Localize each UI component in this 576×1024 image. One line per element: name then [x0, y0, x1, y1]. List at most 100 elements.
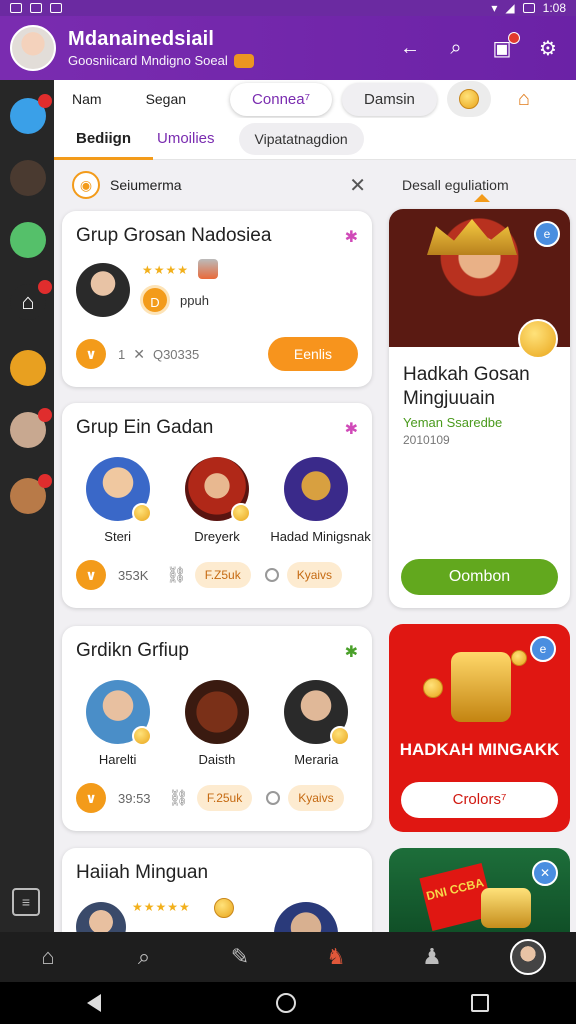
caret-up-icon — [474, 194, 490, 202]
info-icon[interactable]: e — [534, 221, 560, 247]
profile-icon[interactable]: ♟ — [414, 939, 450, 975]
filter-label: Seiumerma — [110, 177, 182, 193]
pin-icon[interactable]: ✱ — [345, 642, 358, 662]
avatar — [85, 457, 152, 523]
home-icon[interactable]: ⌂ — [30, 939, 66, 975]
back-arrow-icon[interactable]: ← — [398, 36, 422, 60]
rail-badge — [38, 94, 52, 108]
filter-icon[interactable]: ◉ — [72, 171, 100, 199]
rail-item-building-icon[interactable]: ⌂ — [10, 280, 52, 320]
close-icon[interactable]: ✕ — [349, 173, 366, 198]
wifi-icon: ▾ — [491, 1, 498, 15]
member-name: Hadad Minigsnak — [270, 529, 371, 544]
notification-dot — [508, 32, 520, 44]
card-footer: ∨ 1 ✕ Q30335 Eenlis — [76, 337, 358, 371]
chevron-down-icon[interactable]: ∨ — [76, 339, 106, 369]
avatar[interactable] — [76, 263, 130, 317]
featured-title: HADKAH MINGAKK — [399, 740, 560, 759]
coin-icon — [330, 726, 351, 746]
info-icon[interactable]: e — [530, 636, 556, 662]
tab-nam[interactable]: Nam — [72, 91, 102, 107]
back-icon[interactable] — [87, 994, 102, 1012]
link-icon[interactable]: ⛓ — [169, 788, 189, 808]
card-title: Haiiah Minguan — [76, 862, 209, 883]
rail-item-mb[interactable] — [10, 94, 52, 134]
featured-date: 2010109 — [403, 433, 450, 447]
detail-header[interactable]: Desall eguliatiom — [388, 168, 576, 202]
signal-icon: ◢ — [505, 1, 515, 15]
card-title: Grup Grosan Nadosiea — [76, 225, 272, 246]
card-footer: ∨ 353K ⛓ F.Z5uk Kyaivs — [76, 558, 358, 592]
featured-title: Hadkah Gosan Mingjuuain — [403, 364, 530, 409]
tag-chip[interactable]: F.25uk — [196, 785, 253, 811]
coin-icon — [518, 319, 558, 359]
member-count: Q30335 — [152, 346, 200, 362]
document-icon[interactable]: ≡ — [12, 888, 40, 916]
radio-icon[interactable] — [266, 791, 281, 805]
colors-button[interactable]: Crolors⁷ — [401, 782, 558, 818]
rail-item-avatar-4[interactable] — [10, 408, 52, 448]
rail-item-avatar-3[interactable] — [10, 350, 46, 386]
gold-pot-icon — [451, 652, 511, 722]
badge-icon: D — [140, 285, 170, 315]
member-item[interactable]: Dreyerk — [171, 457, 263, 544]
chevron-down-icon[interactable]: ∨ — [76, 560, 106, 590]
chevron-down-icon[interactable]: ∨ — [76, 783, 106, 813]
user-label: ppuh — [180, 293, 209, 308]
tag-chip[interactable]: F.Z5uk — [194, 562, 251, 588]
app-bar: Mdanainedsiail Goosniicard Mndigno Soeal… — [0, 16, 576, 80]
home-circle-icon[interactable] — [275, 993, 296, 1013]
gear-icon[interactable]: ⚙ — [536, 36, 560, 60]
coin-icon — [131, 726, 152, 746]
member-item[interactable]: Steri — [72, 457, 164, 544]
home-icon[interactable]: ⌂ — [513, 88, 535, 110]
member-name: Meraria — [294, 752, 339, 767]
rail-item-avatar-1[interactable] — [10, 160, 46, 196]
profile-avatar[interactable] — [10, 25, 56, 71]
game-icon[interactable]: ♞ — [318, 939, 354, 975]
featured-image: e — [389, 209, 570, 359]
enter-button[interactable]: Eenlis — [267, 337, 358, 371]
recents-icon[interactable] — [470, 994, 489, 1012]
avatar[interactable] — [510, 939, 546, 975]
tab-segan[interactable]: Segan — [146, 91, 186, 107]
member-count: 39:53 — [118, 790, 151, 806]
tab-damsin[interactable]: Damsin — [342, 82, 437, 116]
member-name: Harelti — [98, 752, 137, 767]
status-time: 1:08 — [542, 1, 566, 15]
tag-chip[interactable]: Kyaivs — [288, 785, 344, 811]
member-item[interactable]: Daisth — [171, 680, 263, 767]
tab-umoilies[interactable]: Umoilies — [157, 130, 215, 147]
coin-icon — [131, 503, 152, 523]
featured-card-2[interactable]: e HADKAH MINGAKK Crolors⁷ — [389, 624, 570, 832]
group-card-3[interactable]: Grdikn Grfiup ✱ Harelti Daisth Meraria ∨… — [62, 626, 372, 831]
radio-icon[interactable] — [264, 568, 279, 582]
member-item[interactable]: Meraria — [270, 680, 362, 767]
link-icon[interactable]: ⛓ — [166, 565, 186, 585]
rail-item-avatar-5[interactable] — [10, 474, 52, 514]
pen-icon[interactable]: ✎ — [222, 939, 258, 975]
tag-chip[interactable]: Kyaivs — [286, 562, 343, 588]
close-icon[interactable]: ✕ — [532, 860, 558, 886]
app-subtitle-text: Goosniicard Mndigno Soeal — [68, 53, 228, 68]
featured-card-1[interactable]: e Hadkah Gosan Mingjuuain Yeman Ssaredbe… — [389, 209, 570, 608]
member-item[interactable]: Harelti — [72, 680, 164, 767]
tab-bediign[interactable]: Bediign — [54, 130, 153, 160]
join-button[interactable]: Oombon — [401, 559, 558, 595]
tab-connea[interactable]: Connea⁷ — [230, 82, 333, 116]
pin-icon[interactable]: ✱ — [345, 227, 358, 247]
tab-vipatatnagdion[interactable]: Vipatatnagdion — [238, 122, 364, 155]
coin-icon — [214, 898, 234, 918]
rail-badge — [38, 280, 52, 294]
search-icon[interactable]: ⌕ — [444, 36, 468, 60]
coin-icon — [423, 678, 443, 698]
search-icon[interactable]: ⌕ — [126, 939, 162, 975]
group-card-1[interactable]: Grup Grosan Nadosiea ✱ ★★★★ D ppuh ∨ 1 ✕… — [62, 211, 372, 387]
wallet-icon[interactable]: ▣ — [490, 32, 520, 60]
coin-tab[interactable] — [446, 81, 491, 117]
rail-item-avatar-2[interactable] — [10, 222, 46, 258]
card-footer: ∨ 39:53 ⛓ F.25uk Kyaivs — [76, 781, 358, 815]
group-card-2[interactable]: Grup Ein Gadan ✱ Steri Dreyerk Hadad Min… — [62, 403, 372, 608]
member-item[interactable]: Hadad Minigsnak — [270, 457, 371, 544]
pin-icon[interactable]: ✱ — [345, 419, 358, 439]
